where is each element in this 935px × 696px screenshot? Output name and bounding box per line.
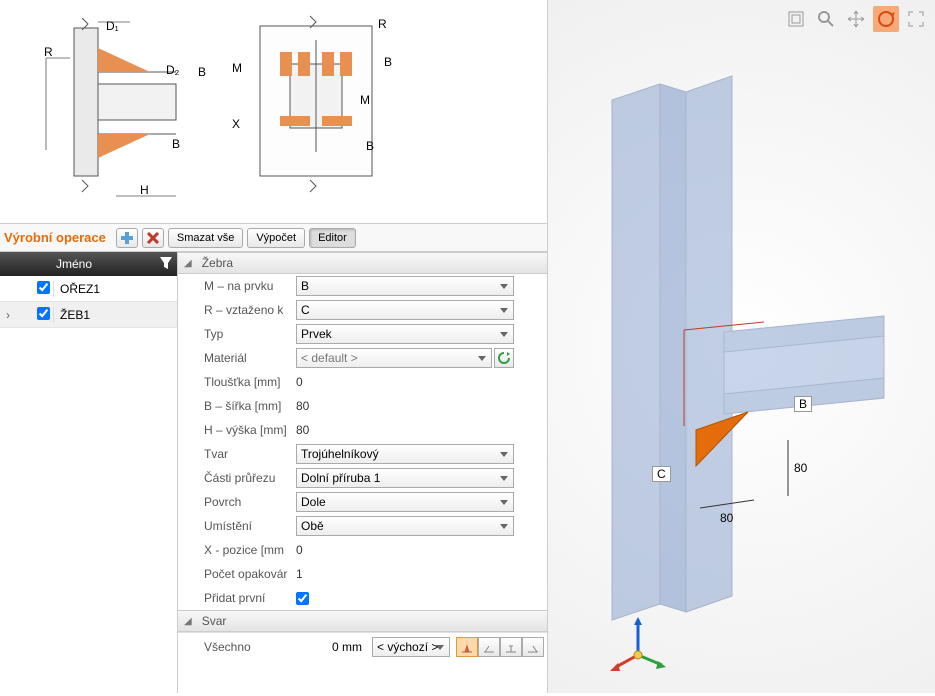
schematic-diagram: R D₁ D₂ B B H M X R B M: [0, 0, 547, 224]
operation-visible-checkbox[interactable]: [37, 307, 50, 320]
viewport-label-c: C: [652, 466, 671, 482]
material-select[interactable]: < default >: [296, 348, 492, 368]
operation-list-header: Jméno: [0, 252, 177, 276]
dim-80-v: 80: [794, 461, 808, 475]
dim-label: R: [378, 17, 387, 31]
operation-row[interactable]: OŘEZ1: [0, 276, 177, 302]
operations-toolbar: Výrobní operace Smazat vše Výpočet Edito…: [0, 224, 547, 252]
zoom-button[interactable]: [813, 6, 839, 32]
dim-label: M: [360, 93, 370, 107]
weld-type-b-button[interactable]: [478, 637, 500, 657]
dim-label: B: [198, 65, 206, 79]
operation-row[interactable]: › ŽEB1: [0, 302, 177, 328]
shape-select[interactable]: Trojúhelníkový: [296, 444, 514, 464]
r-related-to-select[interactable]: C: [296, 300, 514, 320]
weld-type-a-button[interactable]: [456, 637, 478, 657]
weld-size-value[interactable]: 0 mm: [302, 640, 366, 654]
pan-button[interactable]: [843, 6, 869, 32]
x-position-value[interactable]: 0: [296, 543, 303, 557]
dim-label: R: [44, 45, 53, 59]
viewport-label-b: B: [794, 396, 812, 412]
dim-80-h: 80: [720, 511, 734, 525]
section-part-select[interactable]: Dolní příruba 1: [296, 468, 514, 488]
weld-type-c-button[interactable]: [500, 637, 522, 657]
type-select[interactable]: Prvek: [296, 324, 514, 344]
dim-label: H: [140, 183, 149, 197]
panel-title: Výrobní operace: [4, 230, 106, 245]
m-on-element-select[interactable]: B: [296, 276, 514, 296]
remove-operation-button[interactable]: [142, 228, 164, 248]
dim-label: B: [384, 55, 392, 69]
fullscreen-button[interactable]: [903, 6, 929, 32]
group-header-zebra[interactable]: ◢Žebra: [178, 252, 547, 274]
surface-select[interactable]: Dole: [296, 492, 514, 512]
operation-visible-checkbox[interactable]: [37, 281, 50, 294]
dim-label: X: [232, 117, 240, 131]
dim-label: D₁: [106, 19, 119, 33]
h-height-value[interactable]: 80: [296, 423, 309, 437]
add-first-checkbox[interactable]: [296, 592, 309, 605]
model-render: 80 80: [548, 0, 935, 693]
material-reload-button[interactable]: [494, 348, 514, 368]
filter-icon[interactable]: [159, 256, 173, 270]
repeat-count-value[interactable]: 1: [296, 567, 303, 581]
group-header-svar[interactable]: ◢Svar: [178, 610, 547, 632]
thickness-value[interactable]: 0: [296, 375, 303, 389]
properties-panel: ◢Žebra M – na prvku B R – vztaženo k C T…: [178, 252, 547, 693]
delete-all-button[interactable]: Smazat vše: [168, 228, 243, 248]
editor-button[interactable]: Editor: [309, 228, 356, 248]
view-tools: [783, 6, 929, 32]
weld-mode-select[interactable]: < výchozí >: [372, 637, 450, 657]
weld-type-d-button[interactable]: [522, 637, 544, 657]
dim-label: B: [172, 137, 180, 151]
dim-label: B: [366, 139, 374, 153]
viewport-3d[interactable]: 80 80 B C: [548, 0, 935, 693]
placement-select[interactable]: Obě: [296, 516, 514, 536]
axis-triad-icon: [608, 615, 668, 675]
add-operation-button[interactable]: [116, 228, 138, 248]
dim-label: D₂: [166, 63, 180, 77]
dim-label: M: [232, 61, 242, 75]
zoom-fit-button[interactable]: [783, 6, 809, 32]
compute-button[interactable]: Výpočet: [247, 228, 305, 248]
orbit-button[interactable]: [873, 6, 899, 32]
operation-list: Jméno OŘEZ1 › ŽEB1: [0, 252, 178, 693]
b-width-value[interactable]: 80: [296, 399, 309, 413]
